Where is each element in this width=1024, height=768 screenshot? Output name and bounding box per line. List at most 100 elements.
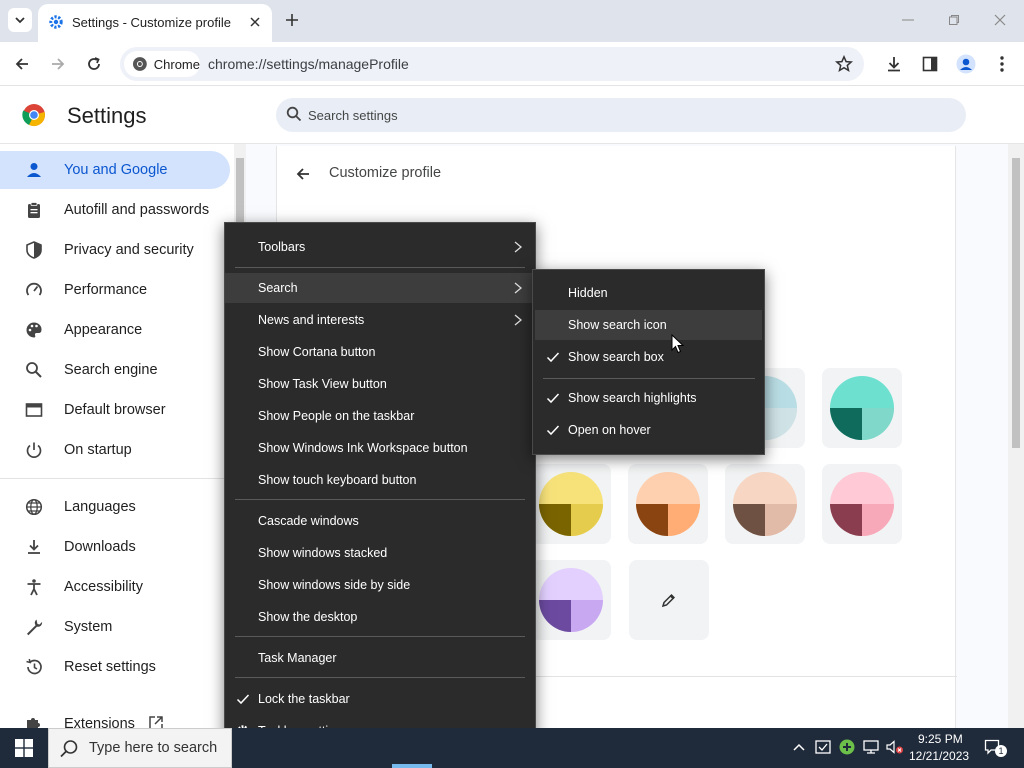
restore-button[interactable] bbox=[944, 10, 964, 30]
back-button[interactable] bbox=[10, 52, 34, 76]
menu-item-search[interactable]: Search bbox=[225, 273, 535, 303]
network-icon bbox=[863, 740, 879, 754]
color-swatch[interactable] bbox=[531, 464, 611, 544]
custom-color-button[interactable] bbox=[629, 560, 709, 640]
menu-item-lock-the-taskbar[interactable]: Lock the taskbar bbox=[225, 684, 535, 714]
clock-date[interactable]: 12/21/2023 bbox=[909, 749, 969, 763]
menu-item-show-people-on-the-taskbar[interactable]: Show People on the taskbar bbox=[225, 401, 535, 431]
sidebar-item-accessibility[interactable]: Accessibility bbox=[0, 568, 230, 606]
color-swatch[interactable] bbox=[628, 464, 708, 544]
kebab-menu-icon bbox=[1000, 56, 1004, 72]
chevron-right-icon bbox=[514, 241, 523, 253]
tray-app-button[interactable] bbox=[814, 738, 832, 756]
minimize-button[interactable] bbox=[898, 10, 918, 30]
plus-circle-icon bbox=[839, 739, 855, 755]
color-swatch-circle bbox=[539, 568, 603, 632]
clock-time[interactable]: 9:25 PM bbox=[918, 732, 963, 746]
tray-status-button[interactable] bbox=[838, 738, 856, 756]
menu-separator bbox=[543, 378, 755, 379]
active-tab[interactable]: Settings - Customize profile bbox=[38, 4, 272, 42]
sidebar-item-on-startup[interactable]: On startup bbox=[0, 431, 230, 469]
site-info-chip[interactable]: Chrome bbox=[124, 51, 200, 77]
search-icon bbox=[24, 360, 44, 380]
menu-item-label: Show Task View button bbox=[258, 377, 387, 391]
color-swatch[interactable] bbox=[822, 368, 902, 448]
menu-item-label: News and interests bbox=[258, 313, 365, 327]
menu-item-show-windows-ink-workspace-button[interactable]: Show Windows Ink Workspace button bbox=[225, 433, 535, 463]
menu-item-label: Open on hover bbox=[568, 423, 651, 437]
menu-item-label: Toolbars bbox=[258, 240, 306, 254]
menu-item-label: Show windows side by side bbox=[258, 578, 411, 592]
sidebar-item-extensions[interactable]: Extensions bbox=[0, 705, 230, 728]
menu-item-news-and-interests[interactable]: News and interests bbox=[225, 305, 535, 335]
tray-overflow-button[interactable] bbox=[790, 738, 808, 756]
main-scrollbar[interactable] bbox=[1008, 144, 1024, 728]
sidebar-item-privacy-and-security[interactable]: Privacy and security bbox=[0, 231, 230, 269]
profile-button[interactable] bbox=[954, 52, 978, 76]
color-swatch[interactable] bbox=[725, 464, 805, 544]
menu-item-task-manager[interactable]: Task Manager bbox=[225, 643, 535, 673]
network-button[interactable] bbox=[862, 738, 880, 756]
volume-button[interactable] bbox=[886, 738, 904, 756]
tab-search-button[interactable] bbox=[8, 8, 32, 32]
menu-button[interactable] bbox=[990, 52, 1014, 76]
omnibox[interactable]: Chrome chrome://settings/manageProfile bbox=[120, 47, 864, 81]
menu-item-show-task-view-button[interactable]: Show Task View button bbox=[225, 369, 535, 399]
settings-search-input[interactable]: Search settings bbox=[276, 98, 966, 132]
site-info-label: Chrome bbox=[153, 56, 200, 72]
menu-item-show-cortana-button[interactable]: Show Cortana button bbox=[225, 337, 535, 367]
sidebar-item-system[interactable]: System bbox=[0, 608, 230, 646]
sidebar-item-reset-settings[interactable]: Reset settings bbox=[0, 648, 230, 686]
submenu-item-hidden[interactable]: Hidden bbox=[535, 278, 762, 308]
sidebar-item-label: Accessibility bbox=[64, 579, 143, 595]
taskbar-search-box[interactable]: Type here to search bbox=[48, 728, 232, 768]
sidebar-item-label: Extensions bbox=[64, 716, 135, 728]
menu-item-label: Show Cortana button bbox=[258, 345, 376, 359]
reload-button[interactable] bbox=[82, 52, 106, 76]
notification-badge: 1 bbox=[995, 745, 1007, 757]
downloads-button[interactable] bbox=[882, 52, 906, 76]
close-window-button[interactable] bbox=[990, 10, 1010, 30]
tab-strip: Settings - Customize profile bbox=[0, 0, 1024, 42]
menu-item-label: Task Manager bbox=[258, 651, 337, 665]
sidebar-item-appearance[interactable]: Appearance bbox=[0, 311, 230, 349]
chevron-up-icon bbox=[793, 743, 805, 751]
menu-item-cascade-windows[interactable]: Cascade windows bbox=[225, 506, 535, 536]
avatar-icon bbox=[956, 54, 976, 74]
menu-item-label: Show windows stacked bbox=[258, 546, 388, 560]
color-swatch[interactable] bbox=[531, 560, 611, 640]
forward-button[interactable] bbox=[46, 52, 70, 76]
download-icon bbox=[888, 57, 900, 72]
submenu-item-show-search-icon[interactable]: Show search icon bbox=[535, 310, 762, 340]
menu-item-label: Search bbox=[258, 281, 298, 295]
tab-close-button[interactable] bbox=[246, 13, 264, 31]
sidebar-item-performance[interactable]: Performance bbox=[0, 271, 230, 309]
sidebar-item-you-and-google[interactable]: You and Google bbox=[0, 151, 230, 189]
sidebar-item-languages[interactable]: Languages bbox=[0, 488, 230, 526]
settings-header: Settings Search settings bbox=[0, 86, 1024, 144]
close-icon bbox=[994, 14, 1006, 26]
submenu-item-show-search-box[interactable]: Show search box bbox=[535, 342, 762, 372]
sidebar-item-autofill-and-passwords[interactable]: Autofill and passwords bbox=[0, 191, 230, 229]
menu-item-show-windows-stacked[interactable]: Show windows stacked bbox=[225, 538, 535, 568]
main-scroll-thumb[interactable] bbox=[1012, 158, 1020, 448]
bookmark-button[interactable] bbox=[834, 54, 854, 74]
browser-window-icon bbox=[24, 400, 44, 420]
side-panel-button[interactable] bbox=[918, 52, 942, 76]
new-tab-button[interactable] bbox=[282, 10, 302, 30]
submenu-item-open-on-hover[interactable]: Open on hover bbox=[535, 415, 762, 445]
sidebar-item-default-browser[interactable]: Default browser bbox=[0, 391, 230, 429]
color-swatch[interactable] bbox=[822, 464, 902, 544]
chevron-right-icon bbox=[514, 282, 523, 294]
menu-item-show-windows-side-by-side[interactable]: Show windows side by side bbox=[225, 570, 535, 600]
sidebar-item-search-engine[interactable]: Search engine bbox=[0, 351, 230, 389]
back-button[interactable] bbox=[293, 164, 313, 184]
sidebar-item-downloads[interactable]: Downloads bbox=[0, 528, 230, 566]
submenu-item-show-search-highlights[interactable]: Show search highlights bbox=[535, 383, 762, 413]
url-text: chrome://settings/manageProfile bbox=[208, 56, 409, 72]
menu-item-show-the-desktop[interactable]: Show the desktop bbox=[225, 602, 535, 632]
sidebar-divider bbox=[0, 478, 230, 479]
menu-item-toolbars[interactable]: Toolbars bbox=[225, 232, 535, 262]
start-button[interactable] bbox=[0, 728, 48, 768]
menu-item-show-touch-keyboard-button[interactable]: Show touch keyboard button bbox=[225, 465, 535, 495]
